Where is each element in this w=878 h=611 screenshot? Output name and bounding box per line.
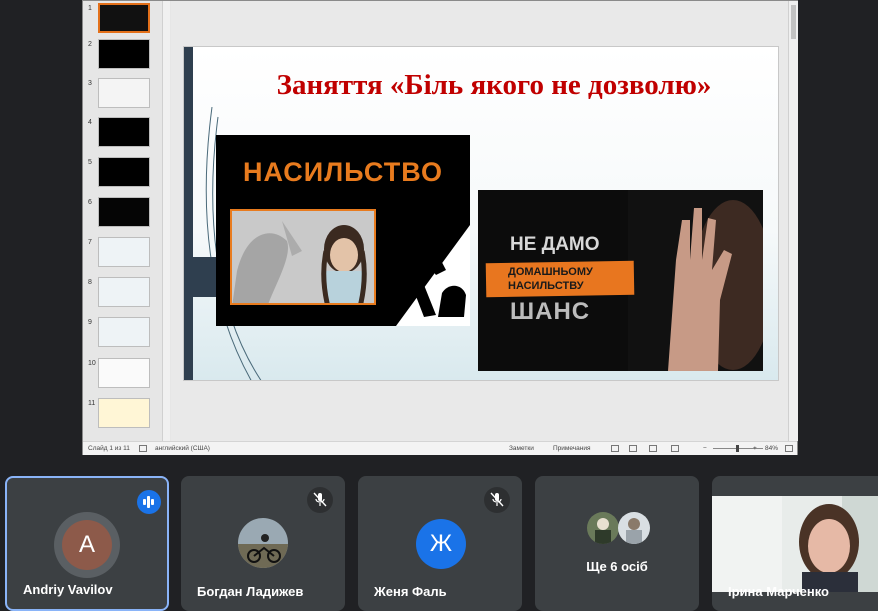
language-indicator[interactable]: английский (США) [155,445,210,452]
slide-thumbnail-number: 7 [88,239,92,246]
current-slide: Заняття «Біль якого не дозволю» НАСИЛЬСТ… [183,46,779,381]
slide-title: Заняття «Біль якого не дозволю» [276,69,712,101]
slide-sorter-icon[interactable] [629,445,637,452]
slide-thumbnail-image [98,277,150,307]
slide-thumbnail[interactable]: 4 [83,117,171,153]
participant-tile-zhenya[interactable]: Ж Женя Фаль [358,476,522,611]
participant-tile-andriy[interactable]: A Andriy Vavilov [5,476,169,611]
slide-thumbnail-number: 6 [88,199,92,206]
slide-thumbnail[interactable]: 11 [83,398,171,434]
slide-thumbnail-number: 3 [88,80,92,87]
mic-muted-icon [484,487,510,513]
notes-button[interactable]: Заметки [509,445,534,452]
slide-thumbnail[interactable]: 1 [83,3,171,39]
slide-thumbnail-number: 8 [88,279,92,286]
slide-counter: Слайд 1 из 11 [88,445,130,452]
slide-thumbnail-panel[interactable]: 1 2 3 4 5 6 7 8 9 10 11 [83,1,171,441]
slide-thumbnail-number: 1 [88,5,92,12]
slide-scrollbar[interactable] [788,1,798,441]
child-photo [230,209,376,305]
no-domestic-line4: ШАНС [510,298,591,325]
slide-thumbnail-image [98,398,150,428]
participant-video [712,496,878,592]
slide-thumbnail-number: 5 [88,159,92,166]
slide-thumbnail[interactable]: 2 [83,39,171,75]
slide-thumbnail-number: 2 [88,41,92,48]
shared-screen: 1 2 3 4 5 6 7 8 9 10 11 Заняття «Біль якого не доз… [82,0,798,455]
avatar [618,512,650,544]
participant-name: Ірина Марченко [728,584,829,599]
slide-thumbnail-image [98,197,150,227]
slide-thumbnail-image [98,358,150,388]
comments-button[interactable]: Примечания [553,445,591,452]
zoom-in-icon[interactable]: + [753,445,757,452]
status-bar: Слайд 1 из 11 английский (США) Заметки П… [83,441,797,455]
more-participants-label: Ще 6 осіб [586,559,648,574]
slide-thumbnail-number: 11 [88,400,96,407]
slide-thumbnail-number: 9 [88,319,92,326]
mic-muted-icon [307,487,333,513]
zoom-slider-handle[interactable] [736,445,739,452]
slide-thumbnail-number: 4 [88,119,92,126]
participant-tile-iryna[interactable]: Ірина Марченко [712,476,878,611]
slide-thumbnail-image [98,117,150,147]
more-participants-tile[interactable]: Ще 6 осіб [535,476,699,611]
child-with-shadow-picture [232,211,374,303]
slide-thumbnail[interactable]: 6 [83,197,171,233]
participant-name: Женя Фаль [374,584,447,599]
avatar: A [62,520,112,570]
slide-thumbnail-image [98,157,150,187]
avatar: Ж [416,519,466,569]
zoom-level[interactable]: 84% [765,445,778,452]
slide-thumbnail-image [98,237,150,267]
slide-thumbnail-image [98,317,150,347]
slide-thumbnail[interactable]: 5 [83,157,171,193]
slideshow-icon[interactable] [671,445,679,452]
avatar [238,518,288,568]
spellcheck-icon[interactable] [139,445,147,452]
no-domestic-line2: ДОМАШНЬОМУ [508,266,593,278]
participant-name: Богдан Ладижев [197,584,304,599]
no-domestic-violence-image: НЕ ДАМО ДОМАШНЬОМУ НАСИЛЬСТВУ ШАНС [478,190,763,371]
hand-stop-picture [628,190,763,371]
participant-name: Andriy Vavilov [23,582,113,597]
slide-thumbnail[interactable]: 9 [83,317,171,353]
thumbnail-scrollbar[interactable] [162,1,170,441]
participant-tile-bohdan[interactable]: Богдан Ладижев [181,476,345,611]
violence-image: НАСИЛЬСТВО [216,135,470,326]
slide-thumbnail[interactable]: 8 [83,277,171,313]
slide-thumbnail-image [98,78,150,108]
normal-view-icon[interactable] [611,445,619,452]
fit-to-window-icon[interactable] [785,445,793,452]
slide-thumbnail[interactable]: 7 [83,237,171,273]
slide-thumbnail[interactable]: 10 [83,358,171,394]
avatar [587,512,619,544]
speaking-indicator-icon [137,490,161,514]
no-domestic-line1: НЕ ДАМО [510,234,600,255]
aggressor-silhouette [384,225,470,326]
slide-thumbnail-number: 10 [88,360,96,367]
slide-thumbnail[interactable]: 3 [83,78,171,114]
slide-thumbnail-image [98,39,150,69]
no-domestic-line3: НАСИЛЬСТВУ [508,280,584,292]
zoom-out-icon[interactable]: − [703,445,707,452]
reading-view-icon[interactable] [649,445,657,452]
violence-image-caption: НАСИЛЬСТВО [242,157,444,187]
slide-thumbnail-image [98,3,150,33]
